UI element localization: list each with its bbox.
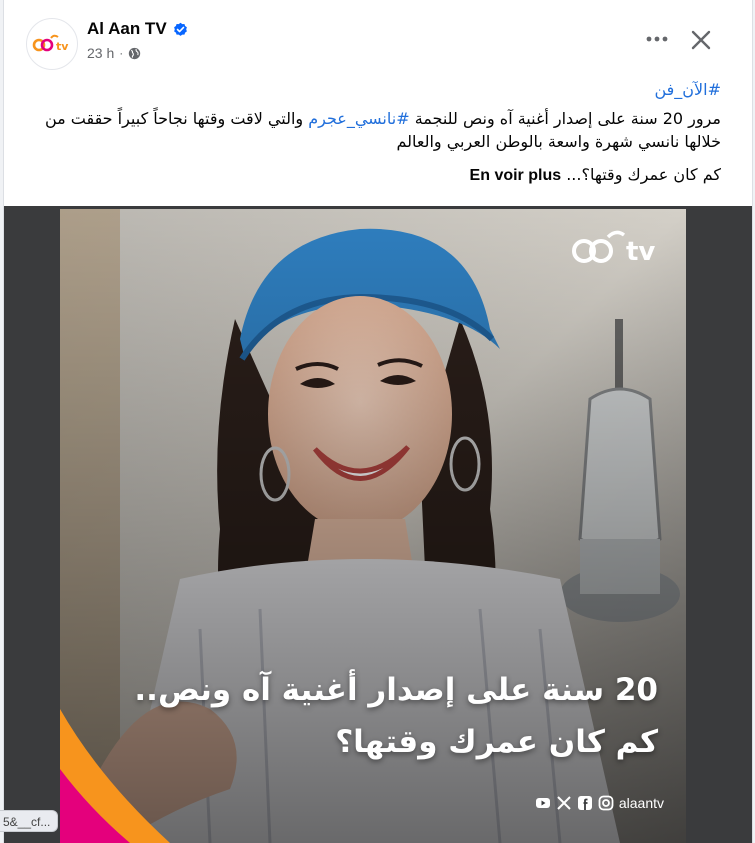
meta-separator: · xyxy=(119,46,124,60)
page-name[interactable]: Al Aan TV xyxy=(87,19,167,39)
close-icon xyxy=(691,30,711,50)
image-headline: 20 سنة على إصدار أغنية آه ونص.. كم كان ع… xyxy=(98,664,658,768)
post-media[interactable]: tv 20 سنة على إصدار أغنية آه ونص.. كم كا… xyxy=(4,206,752,843)
hashtag-nancy-ajram[interactable]: #نانسي_عجرم xyxy=(308,109,409,128)
page-avatar[interactable]: tv xyxy=(26,18,78,70)
post-text: #الآن_فن مرور 20 سنة على إصدار أغنية آه … xyxy=(31,78,721,187)
page-name-link[interactable]: Al Aan TV xyxy=(87,19,188,39)
post-timestamp[interactable]: 23 h xyxy=(87,45,114,61)
x-icon xyxy=(557,796,571,810)
close-button[interactable] xyxy=(681,20,721,60)
status-url-hint: 5&__cf... xyxy=(0,810,58,832)
post-photo[interactable]: tv 20 سنة على إصدار أغنية آه ونص.. كم كا… xyxy=(60,209,686,843)
watermark-tv-text: tv xyxy=(626,237,655,267)
globe-icon[interactable] xyxy=(128,47,141,60)
social-handle-row: alaantv xyxy=(535,795,664,811)
alaan-watermark-icon: tv xyxy=(572,230,655,267)
brand-watermark: tv xyxy=(570,227,666,274)
verified-badge-icon xyxy=(173,22,187,36)
alaan-logo-icon: tv xyxy=(32,34,69,53)
youtube-icon xyxy=(535,798,550,808)
facebook-icon xyxy=(577,796,592,810)
headline-line2: كم كان عمرك وقتها؟ xyxy=(335,724,658,760)
post-meta: 23 h · xyxy=(87,45,141,61)
more-options-button[interactable] xyxy=(640,22,674,56)
see-more-link[interactable]: En voir plus xyxy=(470,167,562,184)
svg-text:tv: tv xyxy=(56,40,69,53)
post-body-part1: مرور 20 سنة على إصدار أغنية آه ونص للنجم… xyxy=(409,109,721,128)
post-question: كم كان عمرك وقتها؟... xyxy=(566,165,721,184)
post-card: tv Al Aan TV 23 h · #الآن_فن مرور 20 سنة… xyxy=(3,0,753,843)
instagram-icon xyxy=(598,795,614,811)
more-dots-icon xyxy=(646,36,668,42)
social-handle: alaantv xyxy=(618,795,664,811)
headline-line1: 20 سنة على إصدار أغنية آه ونص.. xyxy=(134,672,658,708)
hashtag-alaan-fan[interactable]: #الآن_فن xyxy=(654,80,721,99)
